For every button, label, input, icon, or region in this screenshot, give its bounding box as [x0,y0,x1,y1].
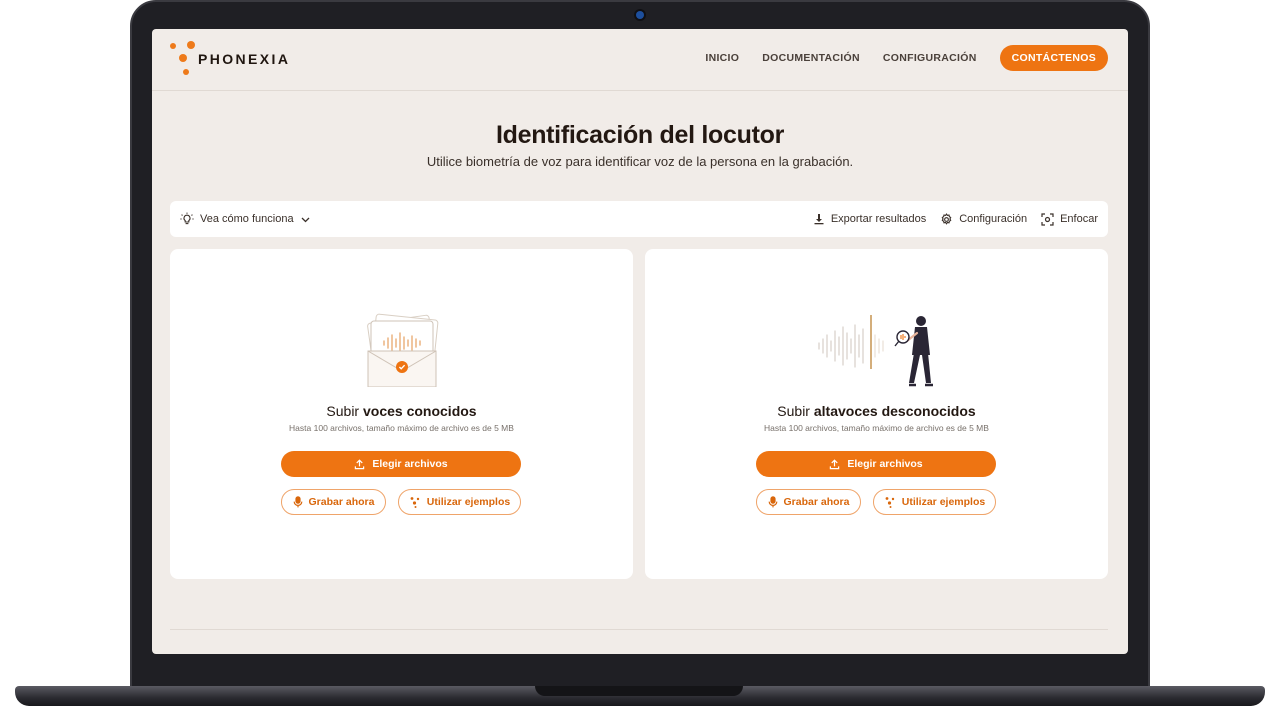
lightbulb-icon [180,212,194,225]
title-bold: altavoces desconocidos [813,403,976,419]
unknown-speakers-card: Subir altavoces desconocidos Hasta 100 a… [645,249,1108,579]
known-voices-card: Subir voces conocidos Hasta 100 archivos… [170,249,633,579]
use-examples-button[interactable]: Utilizar ejemplos [873,489,996,515]
sparkle-icon [885,497,894,508]
laptop-notch [535,686,743,696]
microphone-icon [768,496,777,508]
use-examples-label: Utilizar ejemplos [901,496,986,508]
record-now-button[interactable]: Grabar ahora [756,489,861,515]
choose-files-button[interactable]: Elegir archivos [281,451,521,477]
chevron-down-icon [301,217,310,222]
settings-label: Configuración [959,213,1028,225]
toolbar-actions: Exportar resultados Configuración Enfoca… [813,201,1098,237]
export-label: Exportar resultados [830,213,927,225]
speaker-search-illustration [817,315,933,387]
page-title: Identificación del locutor [495,121,785,149]
how-it-works-label: Vea cómo funciona [200,213,294,225]
upload-icon [355,458,365,469]
focus-label: Enfocar [1060,213,1098,225]
camera-icon [636,11,644,19]
top-header: PHONEXIA INICIO DOCUMENTACIÓN CONFIGURAC… [152,29,1128,91]
title-prefix: Subir [326,403,360,419]
microphone-icon [293,496,302,508]
upload-icon [830,458,840,469]
nav-inicio[interactable]: INICIO [705,52,739,64]
record-now-label: Grabar ahora [783,496,850,508]
choose-files-label: Elegir archivos [847,458,923,470]
page-subtitle: Utilice biometría de voz para identifica… [426,154,854,169]
card-title: Subir altavoces desconocidos [645,403,1108,419]
how-it-works-toggle[interactable]: Vea cómo funciona [180,201,311,237]
upload-hint: Hasta 100 archivos, tamaño máximo de arc… [764,423,989,433]
card-title: Subir voces conocidos [170,403,633,419]
download-icon [814,214,824,225]
title-prefix: Subir [777,403,810,419]
upload-hint: Hasta 100 archivos, tamaño máximo de arc… [289,423,514,433]
focus-icon [1041,212,1054,226]
use-examples-label: Utilizar ejemplos [426,496,511,508]
nav-documentacion[interactable]: DOCUMENTACIÓN [762,52,860,64]
logo-text: PHONEXIA [198,51,291,67]
choose-files-label: Elegir archivos [372,458,448,470]
export-results-button[interactable]: Exportar resultados [813,213,926,225]
choose-files-button[interactable]: Elegir archivos [756,451,996,477]
focus-button[interactable]: Enfocar [1041,212,1098,226]
nav-configuracion[interactable]: CONFIGURACIÓN [883,52,977,64]
audio-files-illustration [366,313,438,387]
settings-button[interactable]: Configuración [940,212,1028,226]
title-bold: voces conocidos [362,403,477,419]
contact-button[interactable]: CONTÁCTENOS [999,45,1108,71]
record-now-button[interactable]: Grabar ahora [281,489,386,515]
app-screen: PHONEXIA INICIO DOCUMENTACIÓN CONFIGURAC… [152,29,1128,654]
main-nav: INICIO DOCUMENTACIÓN CONFIGURACIÓN CONTÁ… [705,45,1108,71]
toolbar: Vea cómo funciona Exportar resultados Co… [170,201,1108,237]
record-now-label: Grabar ahora [308,496,375,508]
footer-divider [170,629,1108,630]
use-examples-button[interactable]: Utilizar ejemplos [398,489,521,515]
phonexia-logo[interactable]: PHONEXIA [170,41,300,77]
sparkle-icon [410,497,419,508]
gear-icon [941,212,952,225]
